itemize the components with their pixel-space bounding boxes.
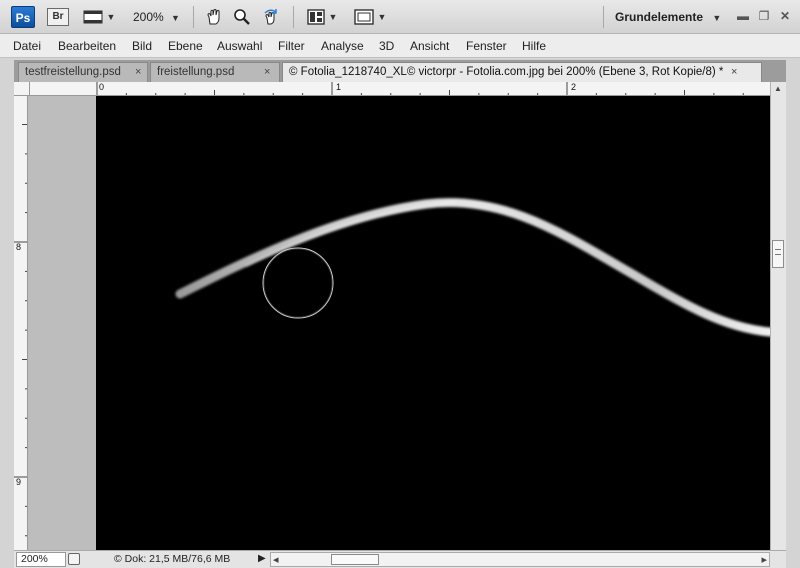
scroll-left-arrow-icon[interactable]: ◂	[273, 553, 279, 566]
vertical-ruler[interactable]: 8 9	[14, 96, 28, 550]
menu-bild[interactable]: Bild	[132, 39, 152, 53]
toolbar-separator	[293, 6, 294, 28]
vertical-scroll-thumb[interactable]	[772, 240, 784, 268]
vertical-scrollbar[interactable]: ▲	[770, 82, 786, 550]
ruler-label-2: 2	[571, 82, 577, 92]
zoom-level-value: 200%	[133, 10, 164, 24]
menu-filter[interactable]: Filter	[278, 39, 305, 53]
zoom-level-dropdown[interactable]: 200% ▼	[133, 10, 180, 24]
film-strip-icon	[83, 10, 103, 24]
menu-fenster[interactable]: Fenster	[466, 39, 507, 53]
menu-datei[interactable]: Datei	[13, 39, 41, 53]
menu-ebene[interactable]: Ebene	[168, 39, 203, 53]
arrange-documents-button[interactable]: ▼	[304, 6, 340, 28]
image-canvas[interactable]	[96, 96, 770, 550]
menu-auswahl[interactable]: Auswahl	[217, 39, 262, 53]
menu-hilfe[interactable]: Hilfe	[522, 39, 546, 53]
chevron-down-icon: ▼	[106, 12, 116, 22]
horizontal-scrollbar[interactable]: ◂ ▸	[270, 552, 770, 567]
screen-mode-button[interactable]: ▼	[352, 6, 388, 28]
status-menu-arrow-icon[interactable]: ▶	[258, 553, 266, 564]
ruler-label-0: 0	[99, 82, 105, 92]
tab-freistellung[interactable]: freistellung.psd ×	[150, 62, 280, 82]
pasteboard	[30, 96, 96, 550]
horizontal-ruler[interactable]: 0 1 2	[30, 82, 770, 96]
toolbar-separator	[603, 6, 604, 28]
tab-label: freistellung.psd	[157, 66, 235, 78]
tab-close-button[interactable]: ×	[264, 63, 270, 82]
close-icon: ✕	[779, 9, 791, 23]
bridge-button[interactable]: Br	[47, 8, 69, 26]
hand-tool-icon	[207, 9, 220, 25]
rotate-view-icon	[264, 9, 277, 25]
workspace-switcher[interactable]: Grundelemente ▼	[615, 10, 721, 24]
document-tab-bar: testfreistellung.psd × freistellung.psd …	[14, 60, 786, 82]
screen-mode-icon	[353, 9, 374, 25]
application-bar: Ps Br ▼ 200% ▼ ▼ ▼ Grundelemente ▼ ▬ ❐ ✕	[0, 0, 800, 34]
restore-icon: ❐	[758, 9, 770, 23]
zoom-tool-button[interactable]	[231, 6, 253, 28]
tab-fotolia-active[interactable]: © Fotolia_1218740_XL© victorpr - Fotolia…	[282, 62, 762, 82]
scroll-up-arrow-icon[interactable]: ▲	[773, 84, 783, 96]
zoom-tool-icon	[234, 9, 250, 25]
tab-close-button[interactable]: ×	[731, 63, 737, 82]
status-zoom-field[interactable]: 200%	[16, 552, 66, 567]
minimize-button[interactable]: ▬	[735, 8, 751, 24]
chevron-down-icon: ▼	[712, 13, 722, 23]
scroll-right-arrow-icon[interactable]: ▸	[761, 553, 767, 566]
ruler-label-1: 1	[336, 82, 342, 92]
chevron-down-icon: ▼	[377, 12, 387, 22]
photoshop-logo: Ps	[11, 6, 35, 28]
toolbar-separator	[193, 6, 194, 28]
menu-ansicht[interactable]: Ansicht	[410, 39, 449, 53]
menu-bar: Datei Bearbeiten Bild Ebene Auswahl Filt…	[0, 34, 800, 58]
ruler-label-8: 8	[16, 242, 22, 252]
tab-testfreistellung[interactable]: testfreistellung.psd ×	[18, 62, 148, 82]
horizontal-ruler-ticks	[96, 82, 744, 95]
grip-icon	[775, 249, 781, 255]
menu-3d[interactable]: 3D	[379, 39, 394, 53]
arrange-documents-icon	[306, 9, 325, 25]
tab-label: testfreistellung.psd	[25, 66, 121, 78]
menu-bearbeiten[interactable]: Bearbeiten	[58, 39, 116, 53]
tab-close-button[interactable]: ×	[135, 63, 141, 82]
restore-button[interactable]: ❐	[756, 8, 772, 24]
ruler-origin[interactable]	[14, 82, 30, 96]
status-bar: 200% © Dok: 21,5 MB/76,6 MB ▶ ◂ ▸	[14, 550, 786, 568]
workspace-label: Grundelemente	[615, 10, 704, 24]
launch-mini-bridge-button[interactable]: ▼	[82, 6, 116, 28]
close-window-button[interactable]: ✕	[777, 8, 793, 24]
ruler-label-9: 9	[16, 477, 22, 487]
rotate-view-button[interactable]	[260, 6, 282, 28]
status-info-icon[interactable]	[68, 553, 80, 565]
minimize-icon: ▬	[737, 9, 749, 23]
hand-tool-button[interactable]	[203, 6, 225, 28]
menu-analyse[interactable]: Analyse	[321, 39, 364, 53]
document-size-info: © Dok: 21,5 MB/76,6 MB	[114, 553, 231, 565]
chevron-down-icon: ▼	[171, 13, 180, 23]
chevron-down-icon: ▼	[328, 12, 338, 22]
tab-label: © Fotolia_1218740_XL© victorpr - Fotolia…	[289, 66, 724, 78]
horizontal-scroll-thumb[interactable]	[331, 554, 379, 565]
brush-cursor	[262, 247, 334, 319]
hair-strand-image	[175, 198, 770, 337]
